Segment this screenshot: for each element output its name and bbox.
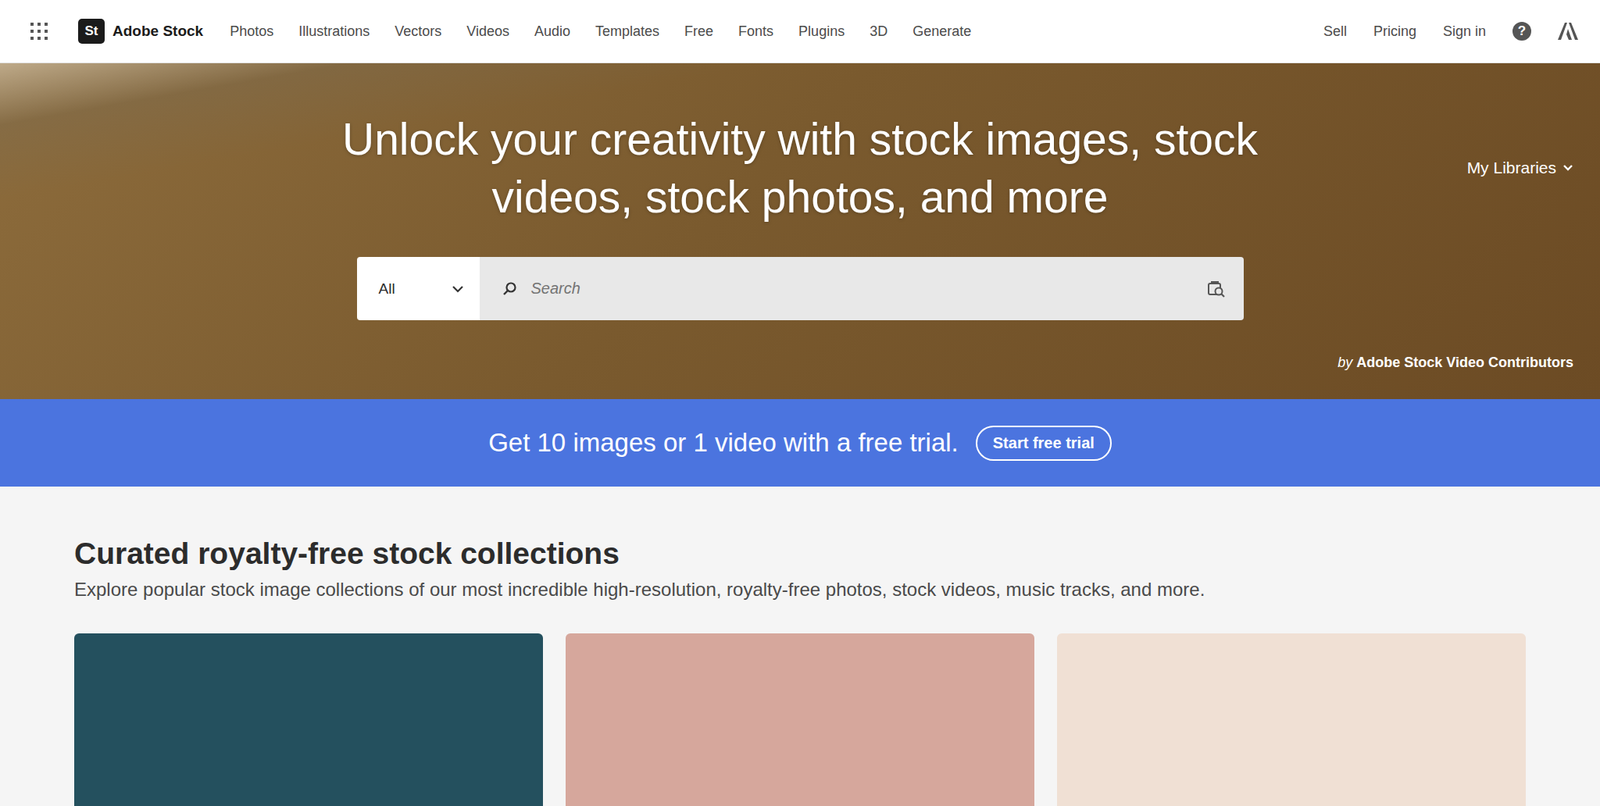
- nav-link[interactable]: Vectors: [394, 23, 442, 40]
- nav-link[interactable]: Photos: [229, 23, 274, 40]
- chevron-down-icon: [451, 285, 465, 293]
- chevron-down-icon: [1562, 164, 1574, 172]
- my-libraries-button[interactable]: My Libraries: [1467, 158, 1574, 178]
- nav-link[interactable]: Videos: [466, 23, 510, 40]
- hero: My Libraries Unlock your creativity with …: [0, 63, 1600, 400]
- search-input[interactable]: Search: [479, 257, 1244, 321]
- nav-link[interactable]: Free: [684, 23, 714, 40]
- trial-banner: Get 10 images or 1 video with a free tri…: [0, 399, 1600, 487]
- collection-card[interactable]: [1057, 633, 1526, 806]
- collections-section: Curated royalty-free stock collections Ex…: [0, 486, 1600, 806]
- start-trial-button[interactable]: Start free trial: [975, 425, 1112, 461]
- help-icon[interactable]: ?: [1512, 21, 1532, 41]
- logo-mark: St: [78, 18, 105, 44]
- collection-cards: [74, 633, 1526, 806]
- nav-link[interactable]: Fonts: [738, 23, 774, 40]
- nav-link[interactable]: Illustrations: [298, 23, 370, 40]
- search-icon: [501, 281, 518, 297]
- nav-link[interactable]: Templates: [595, 23, 660, 40]
- search-category-dropdown[interactable]: All: [357, 257, 480, 321]
- search-bar: AllSearch: [357, 257, 1244, 321]
- hero-title: Unlock your creativity with stock images…: [284, 110, 1316, 226]
- nav-links: Photos Illustrations Vectors Videos Audio Tem…: [229, 23, 972, 40]
- page: St Adobe Stock Photos Illustrations Vectors V…: [0, 0, 1600, 806]
- collection-card[interactable]: [565, 633, 1035, 806]
- section-title: Curated royalty-free stock collections: [74, 536, 1526, 572]
- visual-search-icon[interactable]: [1206, 279, 1227, 299]
- adobe-logo-icon[interactable]: [1557, 22, 1579, 40]
- apps-grid-icon[interactable]: [29, 21, 49, 41]
- section-subtitle: Explore popular stock image collections …: [74, 578, 1526, 601]
- hero-background-photo: [0, 63, 1600, 400]
- photo-credit[interactable]: by Adobe Stock Video Contributors: [1337, 354, 1574, 372]
- nav-link[interactable]: 3D: [869, 23, 888, 40]
- logo[interactable]: St Adobe Stock: [78, 18, 204, 44]
- nav-right-link[interactable]: Sell: [1323, 23, 1347, 40]
- collection-card[interactable]: [74, 633, 543, 806]
- nav-right-link[interactable]: Sign in: [1442, 23, 1486, 40]
- nav-link[interactable]: Plugins: [798, 23, 845, 40]
- banner-text: Get 10 images or 1 video with a free tri…: [488, 428, 959, 458]
- nav-link[interactable]: Audio: [534, 23, 571, 40]
- top-nav: St Adobe Stock Photos Illustrations Vectors V…: [0, 0, 1600, 64]
- nav-link[interactable]: Generate: [912, 23, 972, 40]
- logo-name: Adobe Stock: [112, 22, 204, 40]
- nav-right-link[interactable]: Pricing: [1373, 23, 1417, 40]
